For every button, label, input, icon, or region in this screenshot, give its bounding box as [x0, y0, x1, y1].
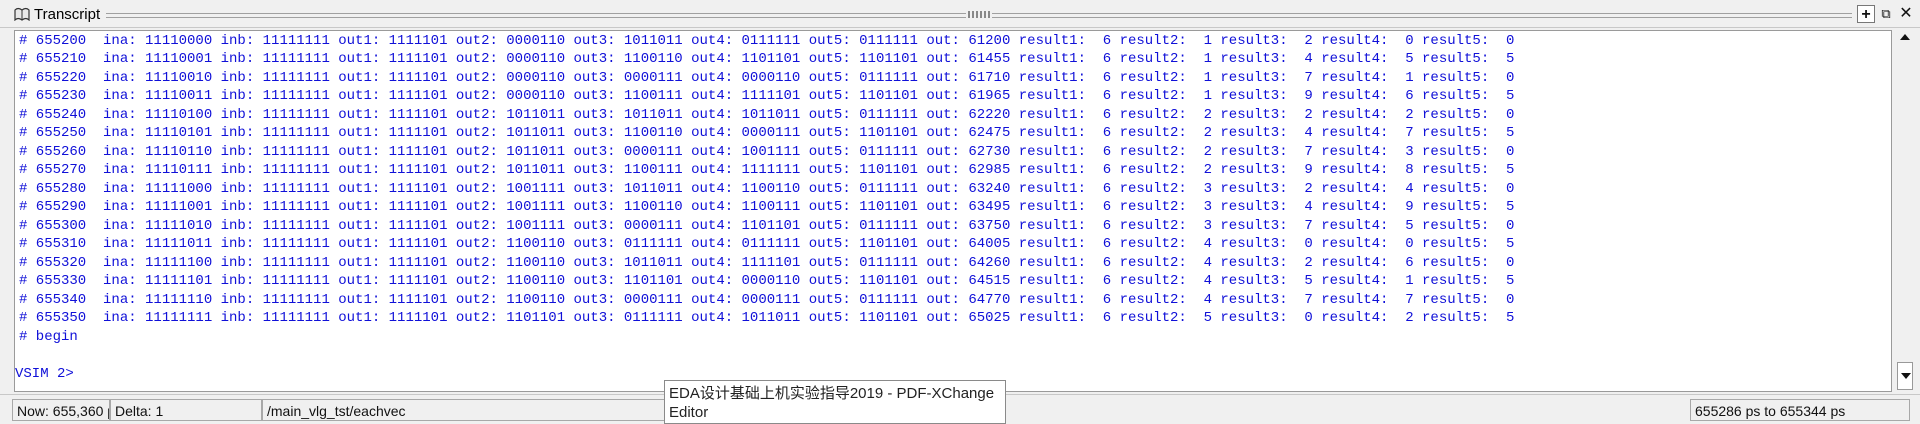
console-line: # 655340 ina: 11111110 inb: 11111111 out… [19, 292, 1515, 308]
command-prompt[interactable]: VSIM 2> [15, 366, 74, 382]
window-titlebar: Transcript + ⧉ ✕ [0, 0, 1920, 28]
scroll-down-icon[interactable] [1897, 362, 1913, 390]
console-line: # 655230 ina: 11110011 inb: 11111111 out… [19, 88, 1515, 104]
status-path: /main_vlg_tst/eachvec [262, 399, 668, 421]
console-line: # 655270 ina: 11110111 inb: 11111111 out… [19, 162, 1515, 178]
add-icon[interactable]: + [1857, 5, 1875, 23]
console-line: # 655200 ina: 11110000 inb: 11111111 out… [19, 33, 1515, 49]
console-line: # 655320 ina: 11111100 inb: 11111111 out… [19, 255, 1515, 271]
status-time-range: 655286 ps to 655344 ps [1690, 399, 1910, 421]
transcript-icon [14, 7, 30, 21]
console-line: # 655310 ina: 11111011 inb: 11111111 out… [19, 236, 1515, 252]
window-title: Transcript [34, 6, 101, 23]
console-line: # 655240 ina: 11110100 inb: 11111111 out… [19, 107, 1515, 123]
scroll-up-icon[interactable] [1900, 34, 1910, 40]
drag-grip[interactable] [966, 8, 992, 20]
console-line: # 655280 ina: 11111000 inb: 11111111 out… [19, 181, 1515, 197]
console-line: # 655330 ina: 11111101 inb: 11111111 out… [19, 273, 1515, 289]
vertical-scrollbar[interactable] [1895, 30, 1915, 392]
console-line: # 655250 ina: 11110101 inb: 11111111 out… [19, 125, 1515, 141]
console-line: # 655260 ina: 11110110 inb: 11111111 out… [19, 144, 1515, 160]
undock-icon[interactable]: ⧉ [1877, 5, 1895, 23]
console-line: # 655290 ina: 11111001 inb: 11111111 out… [19, 199, 1515, 215]
console-line: # 655350 ina: 11111111 inb: 11111111 out… [19, 310, 1515, 326]
console-line: # 655300 ina: 11111010 inb: 11111111 out… [19, 218, 1515, 234]
console-line: # begin [19, 329, 78, 345]
status-now: Now: 655,360 ps [12, 399, 110, 421]
taskbar-tooltip: EDA设计基础上机实验指导2019 - PDF-XChange Editor [664, 380, 1006, 424]
status-delta: Delta: 1 [110, 399, 262, 421]
console-line: # 655220 ina: 11110010 inb: 11111111 out… [19, 70, 1515, 86]
console-line: # 655210 ina: 11110001 inb: 11111111 out… [19, 51, 1515, 67]
close-icon[interactable]: ✕ [1897, 5, 1915, 23]
transcript-console[interactable]: # 655200 ina: 11110000 inb: 11111111 out… [14, 30, 1892, 392]
